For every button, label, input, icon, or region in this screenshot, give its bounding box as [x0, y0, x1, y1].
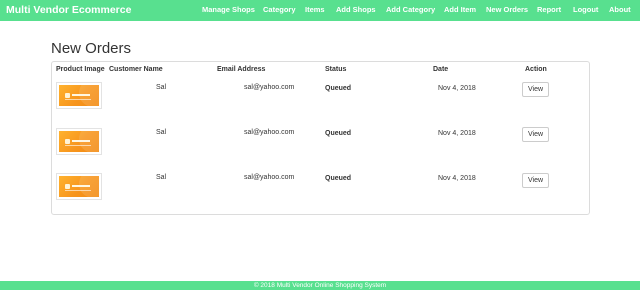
nav-add-category[interactable]: Add Category	[386, 5, 435, 14]
footer-copyright: © 2018 Multi Vendor Online Shopping Syst…	[253, 282, 387, 289]
brand-title[interactable]: Multi Vendor Ecommerce	[6, 4, 131, 16]
header-status: Status	[325, 66, 347, 73]
header-email-address: Email Address	[217, 66, 266, 73]
email-address: sal@yahoo.com	[244, 129, 295, 136]
order-date: Nov 4, 2018	[438, 175, 476, 182]
view-button[interactable]: View	[522, 127, 549, 142]
header-product-image: Product Image	[56, 66, 105, 73]
product-image	[56, 128, 102, 155]
view-button[interactable]: View	[522, 173, 549, 188]
customer-name: Sal	[156, 84, 167, 91]
email-address: sal@yahoo.com	[244, 84, 295, 91]
order-date: Nov 4, 2018	[438, 130, 476, 137]
customer-name: Sal	[156, 129, 167, 136]
nav-category[interactable]: Category	[263, 5, 296, 14]
nav-items[interactable]: Items	[305, 5, 325, 14]
nav-logout[interactable]: Logout	[573, 5, 598, 14]
orders-panel	[51, 61, 590, 215]
top-navbar: Multi Vendor Ecommerce Manage Shops Cate…	[0, 0, 640, 21]
header-date: Date	[433, 66, 449, 73]
customer-name: Sal	[156, 174, 167, 181]
nav-add-shops[interactable]: Add Shops	[336, 5, 376, 14]
nav-add-item[interactable]: Add Item	[444, 5, 476, 14]
view-button[interactable]: View	[522, 82, 549, 97]
product-image	[56, 173, 102, 200]
product-image	[56, 82, 102, 109]
status-text: Queued	[325, 130, 352, 137]
status-text: Queued	[325, 175, 352, 182]
status-text: Queued	[325, 85, 352, 92]
nav-manage-shops[interactable]: Manage Shops	[202, 5, 255, 14]
order-date: Nov 4, 2018	[438, 85, 476, 92]
footer: © 2018 Multi Vendor Online Shopping Syst…	[0, 281, 640, 290]
page-title: New Orders	[51, 40, 132, 57]
header-action: Action	[525, 66, 547, 73]
nav-new-orders[interactable]: New Orders	[486, 5, 528, 14]
header-customer-name: Customer Name	[109, 66, 163, 73]
nav-report[interactable]: Report	[537, 5, 561, 14]
nav-about[interactable]: About	[609, 5, 631, 14]
email-address: sal@yahoo.com	[244, 174, 295, 181]
